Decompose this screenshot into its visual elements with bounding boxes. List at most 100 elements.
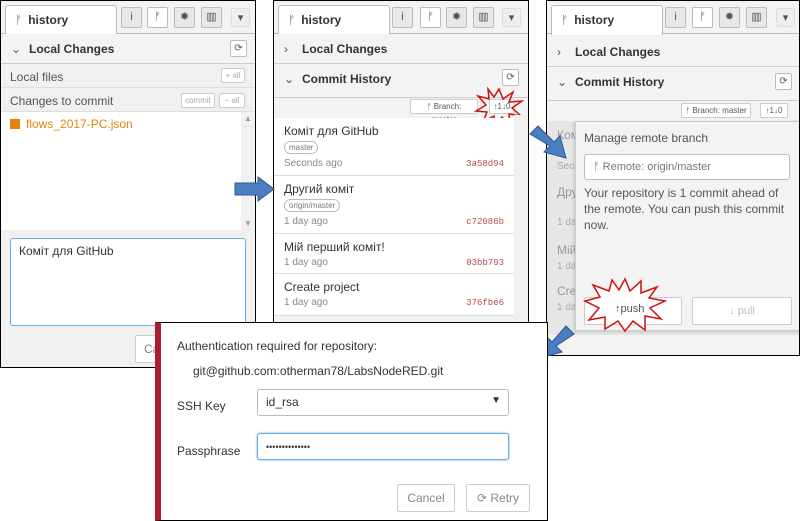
changes-to-commit-label: Changes to commit — [10, 94, 114, 108]
chevron-down-icon[interactable]: ▾ — [502, 8, 521, 27]
section-local-changes[interactable]: › Local Changes — [274, 34, 528, 64]
remote-selector[interactable]: ᚠ Remote: origin/master — [584, 154, 790, 180]
cancel-label: Cancel — [407, 491, 445, 505]
cancel-button[interactable]: Cancel — [397, 484, 455, 512]
retry-button[interactable]: ⟳ Retry — [466, 484, 530, 512]
commit-message-input[interactable]: Коміт для GitHub — [10, 238, 246, 326]
scrollbar[interactable] — [514, 115, 528, 327]
info-tab-button[interactable]: i — [392, 7, 413, 28]
commit-row[interactable]: Другий коміт origin/master 1 day ago c72… — [274, 176, 514, 234]
history-tab-button[interactable]: ᚠ — [147, 7, 168, 28]
refresh-button[interactable]: ⟳ — [775, 73, 792, 90]
retry-label: Retry — [490, 491, 520, 505]
chevron-down-icon: ⌄ — [557, 75, 568, 89]
chevron-right-icon: › — [557, 45, 561, 59]
section-local-changes[interactable]: ⌄ Local Changes — [1, 34, 255, 64]
branch-badge: master — [284, 141, 319, 154]
commit-message: Create project — [284, 280, 360, 294]
debug-tab-button[interactable]: ✹ — [174, 7, 195, 28]
branch-selector[interactable]: ᚠ Branch: master — [681, 103, 751, 118]
popup-title: Manage remote branch — [584, 131, 709, 145]
branch-selector[interactable]: ᚠ Branch: master — [410, 99, 478, 124]
ssh-key-value: id_rsa — [266, 395, 299, 409]
file-name: flows_2017-PC.json — [26, 117, 133, 131]
history-tab-button[interactable]: ᚠ — [692, 7, 713, 28]
branch-label: Branch: master — [692, 106, 747, 115]
history-panel-remote: ᚠ history i ᚠ ✹ ▥ ▾ › Local Changes ⌄ Commi… — [546, 0, 800, 356]
remote-status-button[interactable]: ↑1↓0 — [760, 103, 788, 118]
push-label: push — [620, 303, 645, 315]
section-commit-history[interactable]: ⌄ Commit History — [547, 67, 799, 101]
commit-message-text: Коміт для GitHub — [19, 244, 114, 258]
section-title: Local Changes — [302, 42, 388, 56]
commit-message: Мій перший коміт! — [284, 240, 385, 254]
commit-row[interactable]: Create project 1 day ago 376fbe6 — [274, 274, 514, 316]
commit-row[interactable]: Коміт для GitHub master Seconds ago 3a58… — [274, 118, 514, 176]
refresh-button[interactable]: ⟳ — [230, 40, 247, 57]
scroll-down-arrow[interactable]: ▼ — [241, 219, 255, 228]
remove-all-button[interactable]: − all — [219, 93, 245, 108]
chevron-down-icon[interactable]: ▾ — [231, 8, 250, 27]
remote-label: Remote: origin/master — [602, 161, 711, 173]
add-all-button[interactable]: + all — [221, 68, 245, 83]
branch-icon: ᚠ — [15, 13, 23, 27]
section-title: Local Changes — [575, 45, 661, 59]
tab-history[interactable]: ᚠ history — [5, 5, 117, 35]
dialog-title: Authentication required for repository: — [177, 339, 378, 353]
staged-files-list: flows_2017-PC.json — [1, 112, 241, 230]
file-status-icon — [10, 119, 20, 129]
refresh-button[interactable]: ⟳ — [502, 69, 519, 86]
sidebar-tabbar: ᚠ history i ᚠ ✹ ▥ ▾ — [547, 1, 799, 35]
chevron-down-icon: ▼ — [491, 395, 501, 406]
section-local-changes[interactable]: › Local Changes — [547, 37, 799, 67]
sidebar-tabbar: ᚠ history i ᚠ ✹ ▥ ▾ — [1, 1, 255, 35]
debug-tab-button[interactable]: ✹ — [719, 7, 740, 28]
debug-tab-button[interactable]: ✹ — [446, 7, 467, 28]
tab-label: history — [574, 13, 615, 27]
info-tab-button[interactable]: i — [121, 7, 142, 28]
dashboard-tab-button[interactable]: ▥ — [201, 7, 222, 28]
chevron-down-icon: ⌄ — [284, 72, 295, 86]
branch-badge: origin/master — [284, 199, 341, 212]
scrollbar[interactable]: ▲ ▼ — [241, 112, 255, 230]
commit-list: Коміт для GitHub master Seconds ago 3a58… — [274, 115, 514, 327]
file-item[interactable]: flows_2017-PC.json — [10, 117, 133, 131]
tab-history[interactable]: ᚠ history — [278, 5, 390, 35]
commit-row[interactable]: Мій перший коміт! 1 day ago 03bb793 — [274, 234, 514, 274]
history-tab-button[interactable]: ᚠ — [420, 7, 441, 28]
commit-message: Коміт для GitHub — [284, 124, 379, 138]
commit-hash: c72086b — [466, 217, 504, 227]
commit-hash: 03bb793 — [466, 258, 504, 268]
passphrase-value: •••••••••••••• — [266, 442, 311, 452]
pull-button[interactable]: ↓ pull — [692, 297, 792, 325]
auth-dialog: Authentication required for repository: … — [155, 322, 548, 521]
commit-message: Другий коміт — [284, 182, 355, 196]
tab-history[interactable]: ᚠ history — [551, 5, 663, 35]
section-title: Commit History — [302, 72, 392, 86]
remote-status-text: Your repository is 1 commit ahead of the… — [584, 186, 785, 232]
dashboard-tab-button[interactable]: ▥ — [473, 7, 494, 28]
section-title: Commit History — [575, 75, 665, 89]
local-files-label: Local files — [10, 70, 64, 84]
passphrase-input[interactable]: •••••••••••••• — [257, 433, 509, 460]
commit-time: Seconds ago — [284, 158, 343, 169]
branch-icon: ᚠ — [561, 13, 569, 27]
dashboard-tab-button[interactable]: ▥ — [746, 7, 767, 28]
push-burst-label: ↑push — [615, 303, 645, 315]
tab-label: history — [28, 13, 69, 27]
repository-url: git@github.com:otherman78/LabsNodeRED.gi… — [193, 364, 444, 378]
changes-to-commit-row: Changes to commit — [1, 88, 255, 112]
commit-button[interactable]: commit — [181, 93, 215, 108]
info-tab-button[interactable]: i — [665, 7, 686, 28]
section-title: Local Changes — [29, 42, 115, 56]
pull-label: pull — [737, 305, 755, 317]
chevron-down-icon[interactable]: ▾ — [776, 8, 795, 27]
peek-text: 1 da — [557, 261, 577, 272]
scroll-up-arrow[interactable]: ▲ — [241, 114, 255, 123]
chevron-down-icon: ⌄ — [11, 42, 22, 56]
commit-time: 1 day ago — [284, 216, 328, 227]
ssh-key-select[interactable]: id_rsa ▼ — [257, 389, 509, 416]
peek-text: Мій — [557, 243, 577, 257]
sidebar-tabbar: ᚠ history i ᚠ ✹ ▥ ▾ — [274, 1, 528, 35]
peek-text: 1 da — [557, 217, 577, 228]
